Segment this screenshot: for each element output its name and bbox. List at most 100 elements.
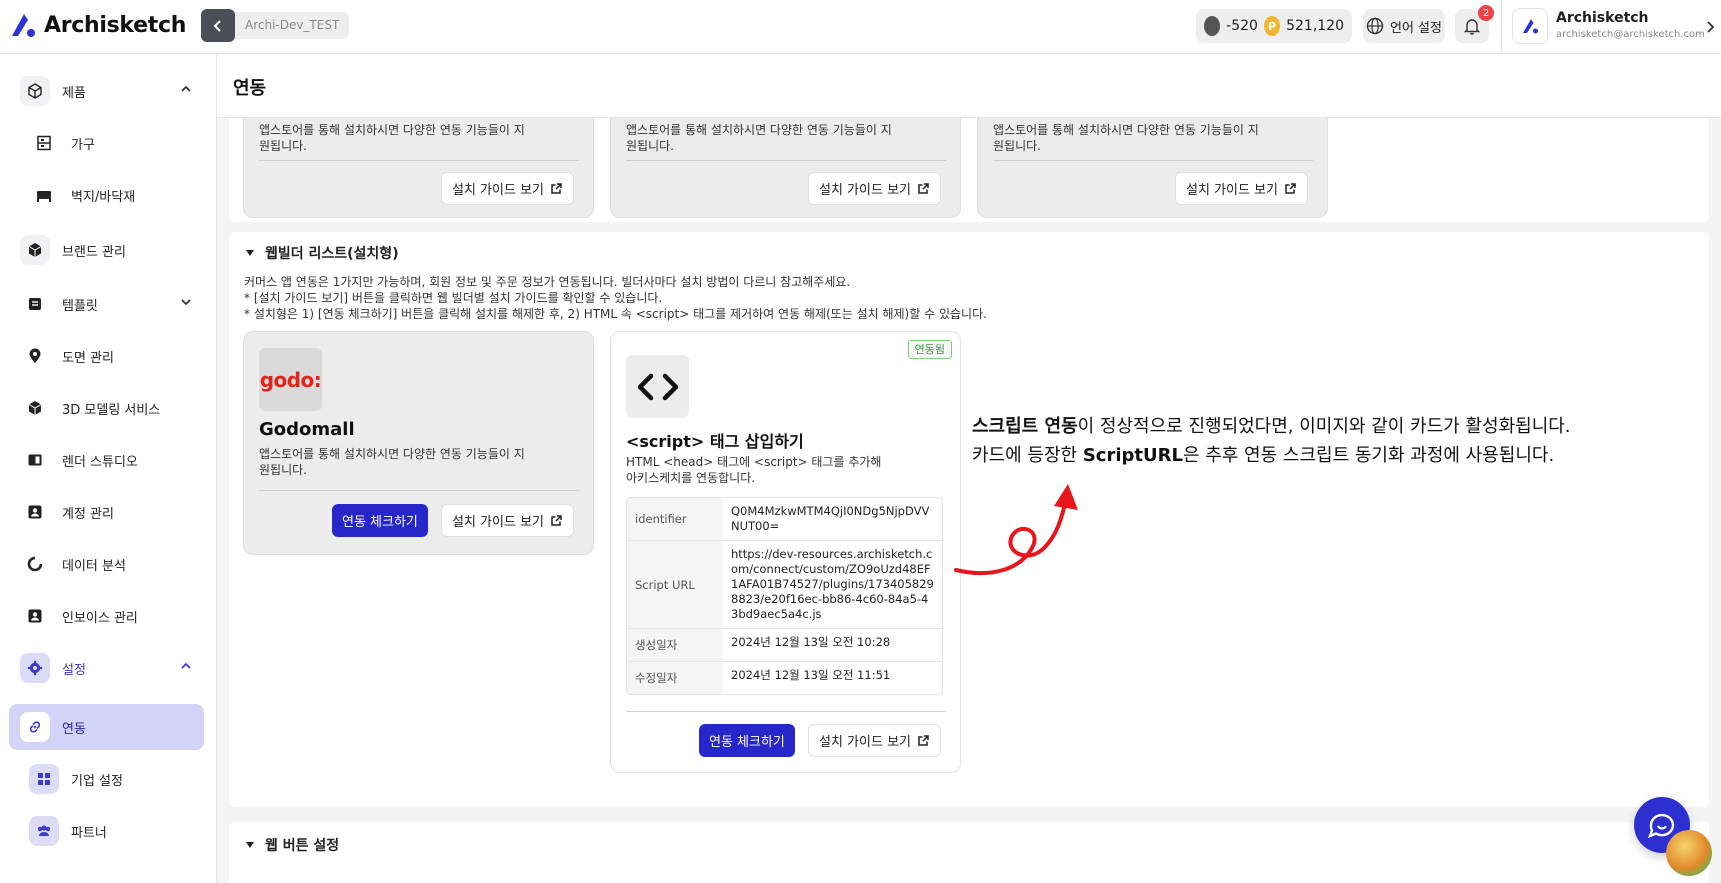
script-info-table: identifier Q0M4MzkwMTM4QjI0NDg5NjpDVVNUT…	[626, 497, 943, 695]
row-value[interactable]: https://dev-resources.archisketch.com/co…	[723, 541, 942, 628]
chat-bubble-icon	[1647, 813, 1675, 839]
row-key: identifier	[627, 498, 723, 540]
template-icon	[20, 289, 50, 319]
chevron-up-icon	[180, 660, 192, 675]
chevron-right-icon[interactable]	[1700, 17, 1720, 37]
sidebar-item-template[interactable]: 템플릿	[9, 281, 204, 327]
sidebar-item-label: 기업 설정	[71, 773, 123, 789]
user-email: archisketch@archisketch.com	[1556, 29, 1705, 40]
install-guide-button[interactable]: 설치 가이드 보기	[808, 172, 941, 205]
table-row: 수정일자 2024년 12월 13일 오전 11:51	[627, 662, 942, 694]
chevron-up-icon	[180, 83, 192, 98]
credit-value: -520	[1226, 18, 1258, 34]
back-button[interactable]	[201, 9, 235, 42]
sidebar-item-label: 인보이스 관리	[62, 610, 138, 626]
sidebar-item-company-settings[interactable]: 기업 설정	[18, 756, 204, 802]
external-link-icon	[1285, 183, 1296, 194]
notification-badge: 2	[1478, 5, 1494, 21]
user-card-icon	[20, 601, 50, 631]
app-store-panel: 앱스토어를 통해 설치하시면 다양한 연동 기능들이 지원됩니다. 설치 가이드…	[229, 118, 1709, 222]
avatar	[1512, 8, 1548, 44]
script-card: 연동됨 <script> 태그 삽입하기 HTML <head> 태그에 <sc…	[610, 331, 961, 773]
webbuilder-section-header[interactable]: 웹빌더 리스트(설치형)	[245, 243, 399, 263]
app-card-desc: 앱스토어를 통해 설치하시면 다양한 연동 기능들이 지원됩니다.	[626, 123, 892, 153]
divider	[626, 711, 946, 712]
install-guide-label: 설치 가이드 보기	[452, 515, 544, 530]
section-title: 웹빌더 리스트(설치형)	[265, 246, 399, 262]
app-card-desc: 앱스토어를 통해 설치하시면 다양한 연동 기능들이 지원됩니다.	[259, 123, 525, 153]
row-key: Script URL	[627, 541, 723, 628]
user-name: Archisketch	[1556, 10, 1649, 26]
notification-button[interactable]: 2	[1455, 5, 1494, 43]
external-link-icon	[918, 735, 929, 746]
card-desc: HTML <head> 태그에 <script> 태그를 추가해 아키스케치를 …	[626, 455, 882, 485]
annotation-text: 스크립트 연동이 정상적으로 진행되었다면, 이미지와 같이 카드가 활성화됩니…	[972, 412, 1571, 470]
install-guide-label: 설치 가이드 보기	[452, 183, 544, 198]
sidebar-item-invoice[interactable]: 인보이스 관리	[9, 593, 204, 639]
sidebar-item-label: 제품	[62, 85, 86, 101]
caret-down-icon	[246, 842, 254, 848]
integration-check-button[interactable]: 연동 체크하기	[699, 724, 795, 757]
sidebar-item-integration[interactable]: 연동	[9, 704, 204, 750]
chevron-down-icon	[180, 296, 192, 311]
archisketch-logo-icon	[1523, 19, 1538, 34]
webbutton-section-header[interactable]: 웹 버튼 설정	[245, 835, 339, 855]
app-card: 앱스토어를 통해 설치하시면 다양한 연동 기능들이 지원됩니다. 설치 가이드…	[243, 118, 594, 218]
language-settings-button[interactable]: 언어 설정	[1363, 9, 1445, 43]
point-icon: P	[1263, 16, 1281, 36]
row-value[interactable]: Q0M4MzkwMTM4QjI0NDg5NjpDVVNUT00=	[723, 498, 942, 540]
sidebar-item-analytics[interactable]: 데이터 분석	[9, 541, 204, 587]
sidebar-item-label: 연동	[62, 721, 86, 737]
sidebar-item-furniture[interactable]: 가구	[18, 120, 204, 166]
compass-icon	[1204, 16, 1221, 36]
user-menu[interactable]: Archisketch archisketch@archisketch.com	[1501, 0, 1721, 54]
section-title: 웹 버튼 설정	[265, 838, 340, 854]
app-card: 앱스토어를 통해 설치하시면 다양한 연동 기능들이 지원됩니다. 설치 가이드…	[610, 118, 961, 218]
row-value: 2024년 12월 13일 오전 10:28	[731, 635, 891, 649]
sidebar-item-label: 데이터 분석	[62, 558, 126, 574]
annotation-pre: 카드에 등장한	[972, 445, 1083, 466]
sidebar-item-label: 설정	[62, 662, 86, 678]
external-link-icon	[551, 183, 562, 194]
table-row: 생성일자 2024년 12월 13일 오전 10:28	[627, 629, 942, 662]
app-logo[interactable]: Archisketch	[8, 10, 186, 40]
sidebar-item-label: 렌더 스튜디오	[62, 454, 138, 470]
sidebar-item-account[interactable]: 계정 관리	[9, 489, 204, 535]
sidebar-item-brand[interactable]: 브랜드 관리	[9, 227, 204, 273]
sidebar-item-settings[interactable]: 설정	[9, 645, 204, 691]
sidebar-item-floorplan[interactable]: 도면 관리	[9, 333, 204, 379]
sidebar-item-wallpaper-floor[interactable]: 벽지/바닥재	[18, 172, 204, 218]
annotation-arrow-icon	[954, 484, 1078, 575]
install-guide-button[interactable]: 설치 가이드 보기	[1175, 172, 1308, 205]
sidebar: 제품 가구 벽지/바닥재 브랜드 관리 템플릿 도면 관리 3D 모델링 서비스…	[0, 54, 217, 883]
bed-icon	[29, 180, 59, 210]
annotation-bold: ScriptURL	[1082, 445, 1183, 466]
caret-down-icon	[246, 250, 254, 256]
sidebar-item-3d-modeling[interactable]: 3D 모델링 서비스	[9, 385, 204, 431]
cube-icon	[20, 235, 50, 265]
notice-line: 커머스 앱 연동은 1가지만 가능하며, 회원 정보 및 주문 정보가 연동됩니…	[244, 275, 851, 289]
sidebar-item-partner[interactable]: 파트너	[18, 808, 204, 854]
annotation-rest: 은 추후 연동 스크립트 동기화 과정에 사용됩니다.	[1182, 445, 1555, 466]
install-guide-label: 설치 가이드 보기	[1186, 183, 1278, 198]
app-name: Archisketch	[44, 12, 187, 38]
annotation-rest: 이 정상적으로 진행되었다면, 이미지와 같이 카드가 활성화됩니다.	[1077, 416, 1571, 437]
row-value: 2024년 12월 13일 오전 11:51	[731, 668, 891, 682]
integration-check-button[interactable]: 연동 체크하기	[332, 504, 428, 537]
app-card-desc: 앱스토어를 통해 설치하시면 다양한 연동 기능들이 지원됩니다.	[993, 123, 1259, 153]
install-guide-button[interactable]: 설치 가이드 보기	[808, 724, 941, 757]
annotation-bold: 스크립트 연동	[972, 416, 1078, 437]
credit-point-display[interactable]: -520 P 521,120	[1196, 9, 1352, 43]
book-icon	[20, 445, 50, 475]
godomall-card: godo: Godomall 앱스토어를 통해 설치하시면 다양한 연동 기능들…	[243, 331, 594, 555]
sidebar-item-label: 계정 관리	[62, 506, 114, 522]
sidebar-item-products[interactable]: 제품	[9, 68, 204, 114]
table-row: identifier Q0M4MzkwMTM4QjI0NDg5NjpDVVNUT…	[627, 498, 942, 541]
install-guide-button[interactable]: 설치 가이드 보기	[441, 504, 574, 537]
row-key: 수정일자	[627, 662, 723, 694]
divider	[626, 160, 946, 161]
user-card-icon	[20, 497, 50, 527]
install-guide-button[interactable]: 설치 가이드 보기	[441, 172, 574, 205]
archisketch-logo-icon	[8, 10, 38, 40]
sidebar-item-render-studio[interactable]: 렌더 스튜디오	[9, 437, 204, 483]
